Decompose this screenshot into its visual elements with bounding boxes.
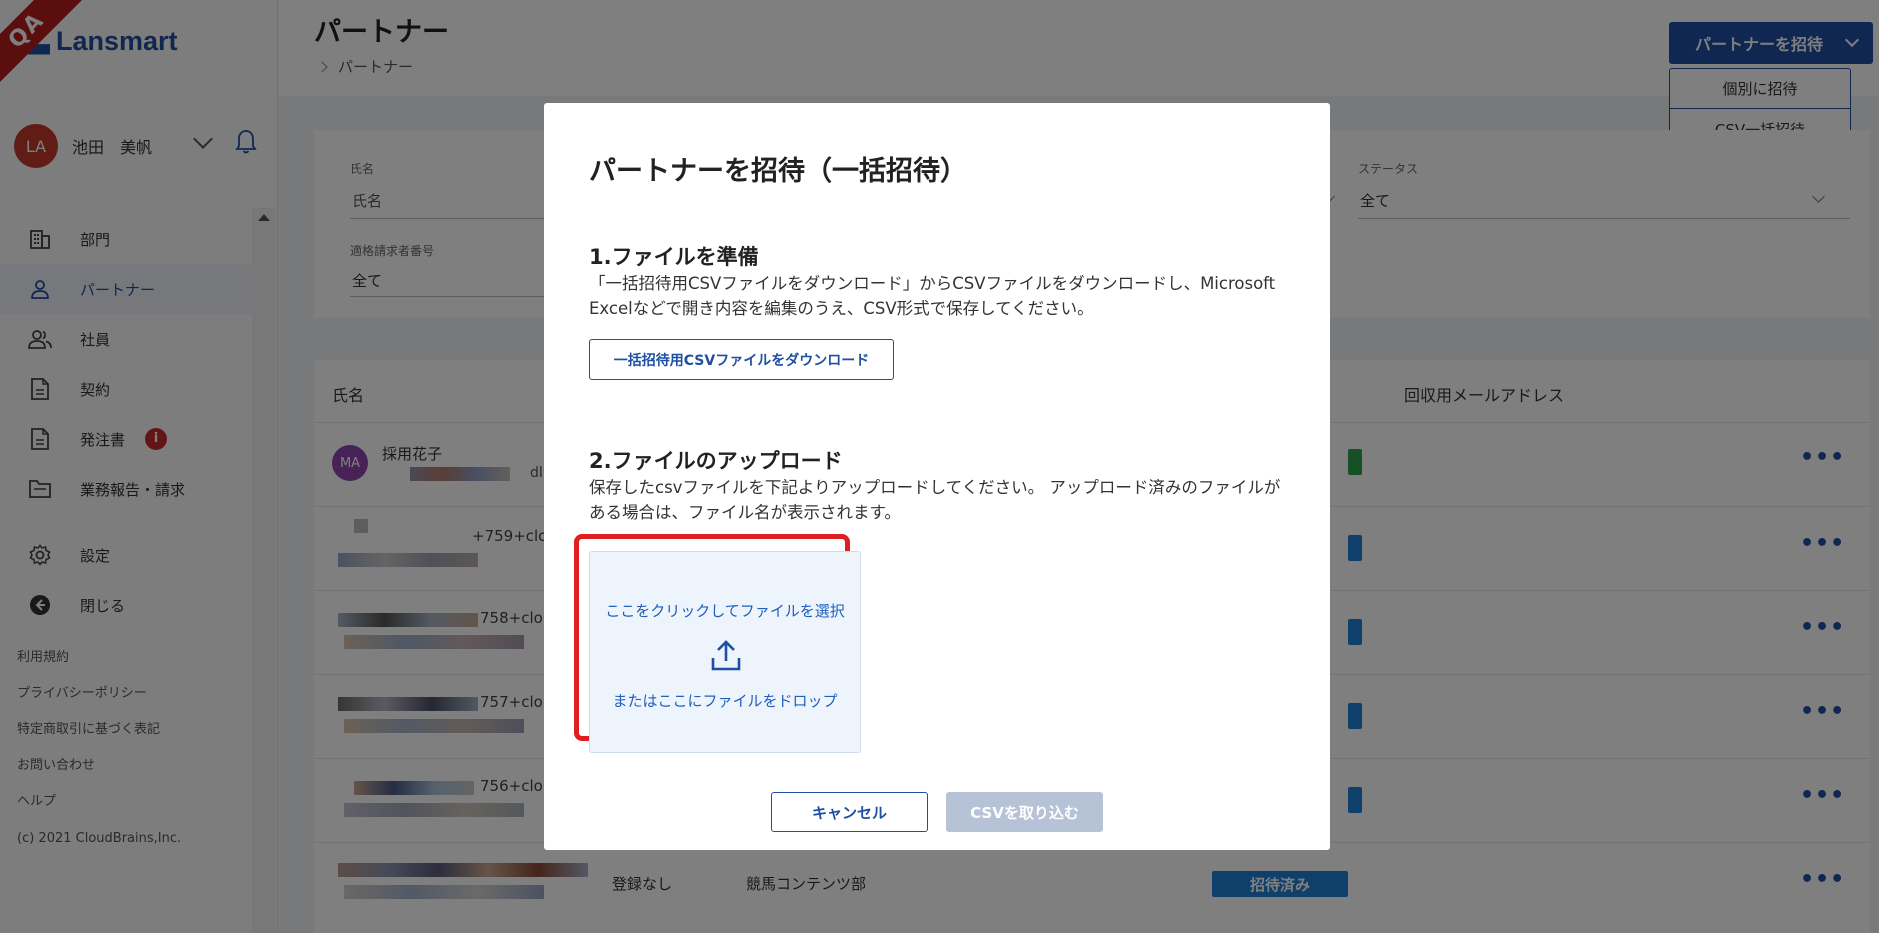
bulk-invite-dialog: パートナーを招待（一括招待） 1.ファイルを準備 「一括招待用CSVファイルをダ…	[544, 103, 1330, 850]
download-csv-template-button[interactable]: 一括招待用CSVファイルをダウンロード	[589, 339, 894, 380]
step2-title: 2.ファイルのアップロード	[589, 449, 843, 473]
cancel-button[interactable]: キャンセル	[771, 792, 928, 832]
step1-title: 1.ファイルを準備	[589, 245, 759, 269]
drop-file-hint: またはここにファイルをドロップ	[612, 692, 838, 710]
select-file-link[interactable]: ここをクリックしてファイルを選択	[590, 600, 860, 621]
step1-description: 「一括招待用CSVファイルをダウンロード」からCSVファイルをダウンロードし、M…	[589, 274, 1276, 318]
step2-description: 保存したcsvファイルを下記よりアップロードしてください。 アップロード済みのフ…	[589, 478, 1281, 522]
import-csv-button[interactable]: CSVを取り込む	[946, 792, 1103, 832]
upload-icon	[711, 640, 741, 671]
dialog-title: パートナーを招待（一括招待）	[589, 156, 967, 187]
file-drop-zone[interactable]: ここをクリックしてファイルを選択 またはここにファイルをドロップ	[589, 551, 861, 753]
